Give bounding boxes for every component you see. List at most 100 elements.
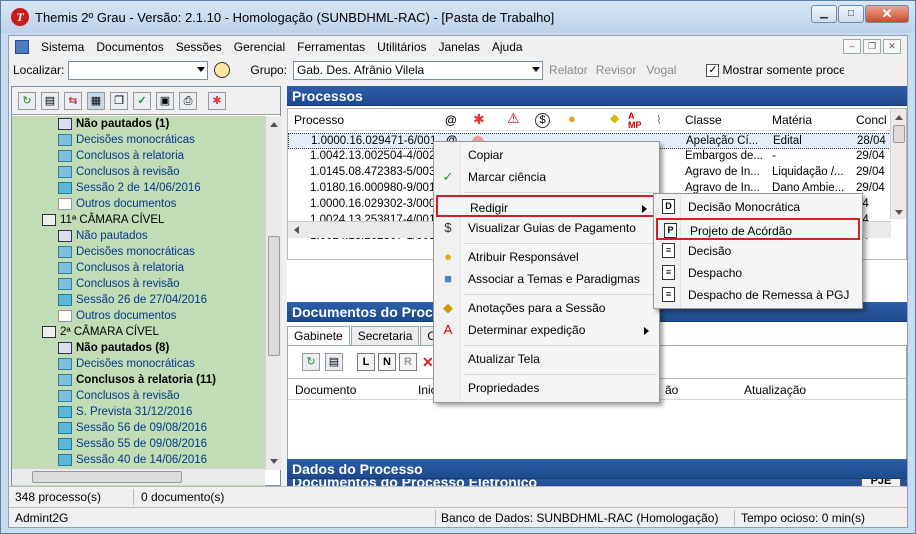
tree-item[interactable]: Conclusos à revisão [12, 276, 265, 292]
person-icon[interactable]: ● [568, 111, 576, 126]
menu-item-propriedades[interactable]: Propriedades [436, 377, 657, 399]
menu-gerencial[interactable]: Gerencial [228, 40, 291, 54]
menu-item-atualizar-tela[interactable]: Atualizar Tela [436, 348, 657, 370]
tree-item[interactable]: Não pautados (8) [12, 340, 265, 356]
vogal-filter[interactable]: Vogal [646, 63, 676, 77]
menu-item-marcar-ci-ncia[interactable]: ✓ Marcar ciência [436, 166, 657, 188]
menu-item-copiar[interactable]: Copiar [436, 144, 657, 166]
revisor-filter[interactable]: Revisor [596, 63, 637, 77]
submenu-item-decisao-monocratica[interactable]: D Decisão Monocrática [656, 196, 860, 218]
tree-item[interactable]: Sessão 2 de 14/06/2016 [12, 180, 265, 196]
relator-filter[interactable]: Relator [549, 63, 588, 77]
check-icon[interactable]: ✓ [133, 91, 151, 110]
flag-icon[interactable]: ◆ [610, 111, 619, 125]
tree-item[interactable]: Não pautados (1) [12, 116, 265, 132]
menu-documentos[interactable]: Documentos [90, 40, 169, 54]
tree-item[interactable]: Outros documentos [12, 308, 265, 324]
chevron-down-icon[interactable] [197, 66, 206, 72]
delete-icon[interactable]: ✕ [422, 354, 434, 371]
scroll-thumb[interactable] [268, 236, 280, 356]
tree-item[interactable]: Outros documentos [12, 196, 265, 212]
col-documento[interactable]: Documento [295, 383, 356, 397]
mdi-close-button[interactable]: ✕ [883, 39, 901, 54]
menu-item-redigir[interactable]: Redigir [436, 195, 657, 217]
menu-ajuda[interactable]: Ajuda [486, 40, 529, 54]
scroll-down-icon[interactable] [895, 210, 903, 215]
attachment-icon[interactable]: ⌇ [656, 113, 662, 127]
refresh-icon[interactable]: ↻ [18, 91, 36, 110]
tab-gabinete[interactable]: Gabinete [287, 326, 350, 346]
print-icon[interactable]: ⎙ [179, 91, 197, 110]
letter-l-button[interactable]: L [357, 353, 375, 371]
tree-item[interactable]: Sessão 40 de 14/06/2016 [12, 452, 265, 468]
tree-item[interactable]: Sessão 26 de 27/04/2016 [12, 292, 265, 308]
letter-r-button[interactable]: R [399, 353, 417, 371]
document-window-icon[interactable] [15, 39, 29, 54]
warning-icon[interactable]: ⚠ [507, 110, 520, 127]
folders-icon[interactable]: ▤ [325, 353, 343, 371]
star-icon[interactable]: ✱ [473, 111, 485, 128]
col-processo[interactable]: Processo [294, 113, 344, 127]
copy-icon[interactable]: ❐ [110, 91, 128, 110]
tree-item[interactable]: Conclusos à revisão [12, 388, 265, 404]
minimize-button[interactable]: ▁ [811, 5, 837, 23]
menu-utilitarios[interactable]: Utilitários [371, 40, 432, 54]
stack-icon[interactable]: ▦ [87, 91, 105, 110]
scroll-up-icon[interactable] [270, 122, 278, 127]
mostrar-somente-checkbox[interactable]: ✓ Mostrar somente process [706, 63, 844, 78]
tree-item[interactable]: Decisões monocráticas [12, 356, 265, 372]
submenu-item-despacho-de-remessa-a-pgj[interactable]: ≡ Despacho de Remessa à PGJ [656, 284, 860, 306]
tree-horizontal-scrollbar[interactable] [12, 468, 265, 485]
tree-vertical-scrollbar[interactable] [265, 116, 282, 470]
tree-item[interactable]: Conclusos à relatoria [12, 260, 265, 276]
tree-item[interactable]: Sessão 56 de 09/08/2016 [12, 420, 265, 436]
folders-icon[interactable]: ▤ [41, 91, 59, 110]
menu-item-determinar-expedi-o[interactable]: A Determinar expedição [436, 319, 657, 341]
email-icon[interactable]: @ [445, 113, 457, 127]
submenu-item-decisao[interactable]: ≡ Decisão [656, 240, 860, 262]
menu-item-associar-a-temas-e-paradigmas[interactable]: ■ Associar a Temas e Paradigmas [436, 268, 657, 290]
col-situacao[interactable]: ão [665, 383, 678, 397]
tree-item[interactable]: Conclusos à relatoria (11) [12, 372, 265, 388]
col-conclusao[interactable]: Concl [856, 113, 887, 127]
close-button[interactable]: ✕ [865, 5, 909, 23]
submenu-item-projeto-de-acordao[interactable]: P Projeto de Acórdão [656, 218, 860, 240]
menu-item-anota-es-para-a-sess-o[interactable]: ◆ Anotações para a Sessão [436, 297, 657, 319]
menu-ferramentas[interactable]: Ferramentas [291, 40, 371, 54]
dollar-icon[interactable]: $ [535, 113, 550, 128]
localizar-combo[interactable] [68, 60, 209, 80]
scroll-thumb[interactable] [893, 125, 905, 143]
tree-item[interactable]: Decisões monocráticas [12, 244, 265, 260]
export-icon[interactable]: ⇆ [64, 91, 82, 110]
search-icon[interactable] [214, 62, 231, 78]
scroll-up-icon[interactable] [895, 115, 903, 120]
mdi-restore-button[interactable]: ❐ [863, 39, 881, 54]
hscroll-thumb[interactable] [32, 471, 182, 483]
tree-item[interactable]: 11ª CÂMARA CÍVEL [12, 212, 265, 228]
col-classe[interactable]: Classe [685, 113, 722, 127]
dados-processo-header[interactable]: Dados do Processo [287, 459, 907, 479]
tree-item[interactable]: Sessão 55 de 09/08/2016 [12, 436, 265, 452]
menu-sessoes[interactable]: Sessões [170, 40, 228, 54]
title-bar[interactable]: T Themis 2º Grau - Versão: 2.1.10 - Homo… [1, 1, 915, 33]
tree-item[interactable]: 2ª CÂMARA CÍVEL [12, 324, 265, 340]
ab-mp-icon[interactable]: AMP [628, 112, 642, 130]
grupo-combo[interactable]: Gab. Des. Afrânio Vilela [293, 60, 544, 80]
col-atualizacao[interactable]: Atualização [744, 383, 806, 397]
star-icon[interactable]: ✱ [208, 91, 226, 110]
chevron-down-icon[interactable] [532, 66, 541, 72]
refresh-icon[interactable]: ↻ [302, 353, 320, 371]
tab-secretaria[interactable]: Secretaria [350, 326, 420, 345]
tree-item[interactable]: Decisões monocráticas [12, 132, 265, 148]
letter-n-button[interactable]: N [378, 353, 396, 371]
maximize-button[interactable]: □ [838, 5, 864, 23]
menu-item-visualizar-guias-de-pagamento[interactable]: $ Visualizar Guias de Pagamento [436, 217, 657, 239]
checkbox-check-icon[interactable]: ✓ [706, 64, 720, 78]
tree-item[interactable]: Conclusos à relatoria [12, 148, 265, 164]
clipboard-icon[interactable]: ▣ [156, 91, 174, 110]
tree-item[interactable]: S. Prevista 31/12/2016 [12, 404, 265, 420]
scroll-down-icon[interactable] [270, 459, 278, 464]
menu-item-atribuir-respons-vel[interactable]: ● Atribuir Responsável [436, 246, 657, 268]
menu-janelas[interactable]: Janelas [433, 40, 486, 54]
tree-item[interactable]: Não pautados [12, 228, 265, 244]
